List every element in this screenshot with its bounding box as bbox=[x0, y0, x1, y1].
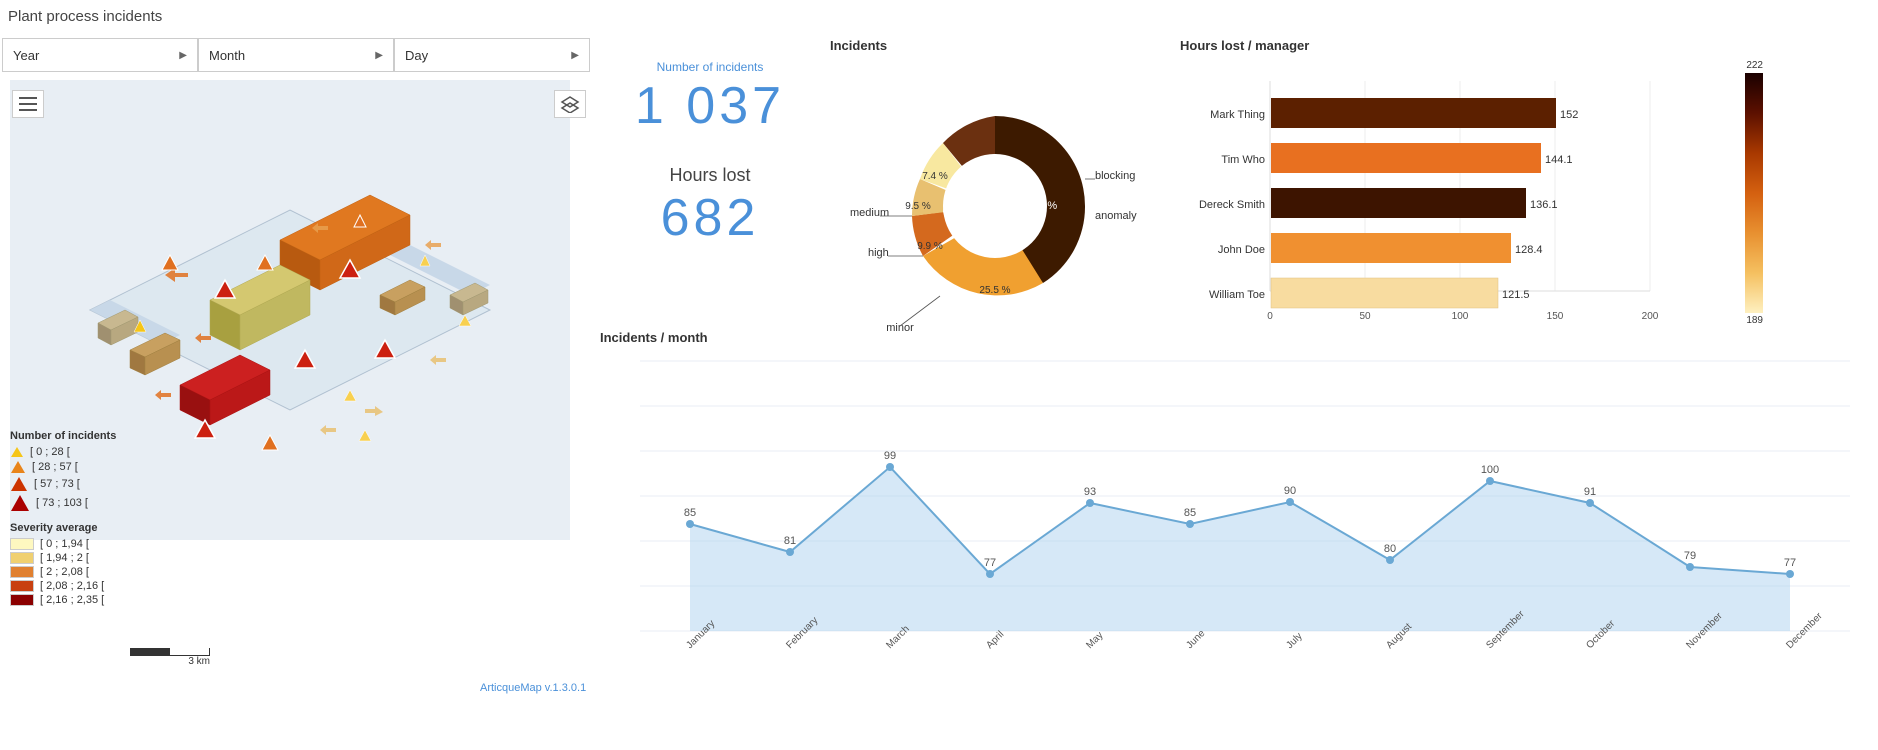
svg-text:0: 0 bbox=[1267, 311, 1273, 322]
bar-section: Hours lost / manager 152 Mark Thing 144.… bbox=[1180, 38, 1740, 334]
svg-text:April: April bbox=[984, 629, 1006, 651]
svg-text:150: 150 bbox=[1547, 311, 1564, 322]
svg-text:77: 77 bbox=[1784, 557, 1796, 569]
svg-text:100: 100 bbox=[1452, 311, 1469, 322]
svg-text:90: 90 bbox=[1284, 485, 1296, 497]
color-scale-container: 222 189 bbox=[1745, 60, 1763, 326]
svg-text:William Toe: William Toe bbox=[1209, 289, 1265, 301]
svg-text:79: 79 bbox=[1684, 550, 1696, 562]
hamburger-line1 bbox=[19, 97, 37, 99]
day-filter[interactable]: Day ▶ bbox=[394, 38, 590, 72]
svg-text:77: 77 bbox=[984, 557, 996, 569]
legend-item-2: [ 28 ; 57 [ bbox=[10, 460, 116, 474]
bar-chart: 152 Mark Thing 144.1 Tim Who 136.1 Derec… bbox=[1180, 61, 1710, 331]
svg-text:47.7 %: 47.7 % bbox=[1023, 200, 1057, 212]
year-filter-label: Year bbox=[13, 48, 39, 63]
svg-text:93: 93 bbox=[1084, 486, 1096, 498]
svg-text:85: 85 bbox=[1184, 507, 1196, 519]
svg-text:80: 80 bbox=[1384, 543, 1396, 555]
legend-severity-4: [ 2,08 ; 2,16 [ bbox=[10, 580, 116, 592]
scale-line bbox=[130, 648, 210, 656]
svg-text:100: 100 bbox=[1481, 464, 1499, 476]
month-filter[interactable]: Month ▶ bbox=[198, 38, 394, 72]
month-filter-arrow: ▶ bbox=[375, 50, 383, 61]
day-filter-label: Day bbox=[405, 48, 428, 63]
color-scale-bar bbox=[1745, 73, 1763, 313]
year-filter-arrow: ▶ bbox=[179, 50, 187, 61]
line-chart: 85 81 99 77 93 85 90 80 100 91 79 77 Jan… bbox=[600, 351, 1870, 691]
svg-text:Dereck Smith: Dereck Smith bbox=[1199, 199, 1265, 211]
month-filter-label: Month bbox=[209, 48, 245, 63]
hamburger-line2 bbox=[19, 103, 37, 105]
incidents-label: Number of incidents bbox=[610, 60, 810, 74]
scale-bar: 3 km bbox=[130, 648, 210, 667]
hours-value: 682 bbox=[610, 190, 810, 247]
svg-text:9.9 %: 9.9 % bbox=[917, 241, 943, 252]
day-filter-arrow: ▶ bbox=[571, 50, 579, 61]
donut-section: Incidents blocking anomaly minor high bbox=[830, 38, 1170, 344]
year-filter[interactable]: Year ▶ bbox=[2, 38, 198, 72]
svg-text:anomaly: anomaly bbox=[1095, 210, 1137, 222]
svg-text:144.1: 144.1 bbox=[1545, 154, 1573, 166]
attribution-link[interactable]: ArticqueMap v.1.3.0.1 bbox=[480, 682, 586, 694]
svg-text:high: high bbox=[868, 247, 889, 259]
svg-text:99: 99 bbox=[884, 450, 896, 462]
svg-text:200: 200 bbox=[1642, 311, 1659, 322]
svg-text:Mark Thing: Mark Thing bbox=[1210, 109, 1265, 121]
svg-text:7.4 %: 7.4 % bbox=[922, 171, 948, 182]
legend-incidents-title: Number of incidents bbox=[10, 430, 116, 442]
svg-text:blocking: blocking bbox=[1095, 170, 1135, 182]
svg-text:91: 91 bbox=[1584, 486, 1596, 498]
legend-item-4: [ 73 ; 103 [ bbox=[10, 494, 116, 512]
map-layers-button[interactable] bbox=[554, 90, 586, 118]
legend-item-3: [ 57 ; 73 [ bbox=[10, 476, 116, 492]
legend-severity-1: [ 0 ; 1,94 [ bbox=[10, 538, 116, 550]
line-section: Incidents / month 85 81 bbox=[600, 330, 1870, 694]
donut-chart: blocking anomaly minor high medium 47.7 … bbox=[830, 61, 1160, 341]
map-menu-button[interactable] bbox=[12, 90, 44, 118]
svg-text:128.4: 128.4 bbox=[1515, 244, 1543, 256]
svg-text:121.5: 121.5 bbox=[1502, 289, 1530, 301]
svg-text:May: May bbox=[1084, 630, 1105, 651]
svg-text:9.5 %: 9.5 % bbox=[905, 201, 931, 212]
legend-severity-title: Severity average bbox=[10, 522, 116, 534]
page-title: Plant process incidents bbox=[8, 8, 162, 25]
incidents-value: 1 037 bbox=[610, 78, 810, 135]
svg-text:John Doe: John Doe bbox=[1218, 244, 1265, 256]
svg-text:medium: medium bbox=[850, 207, 889, 219]
line-chart-title: Incidents / month bbox=[600, 330, 1870, 345]
color-scale-max: 222 bbox=[1745, 60, 1763, 71]
filter-bar: Year ▶ Month ▶ Day ▶ bbox=[2, 38, 590, 72]
legend-item-1: [ 0 ; 28 [ bbox=[10, 446, 116, 458]
legend: Number of incidents [ 0 ; 28 [ [ 28 ; 57… bbox=[10, 430, 116, 608]
svg-text:Tim Who: Tim Who bbox=[1221, 154, 1265, 166]
legend-severity-3: [ 2 ; 2,08 [ bbox=[10, 566, 116, 578]
legend-severity-5: [ 2,16 ; 2,35 [ bbox=[10, 594, 116, 606]
svg-text:85: 85 bbox=[684, 507, 696, 519]
svg-text:July: July bbox=[1284, 631, 1304, 651]
svg-text:81: 81 bbox=[784, 535, 796, 547]
hamburger-line3 bbox=[19, 109, 37, 111]
svg-text:136.1: 136.1 bbox=[1530, 199, 1558, 211]
svg-text:152: 152 bbox=[1560, 109, 1578, 121]
donut-title: Incidents bbox=[830, 38, 1170, 53]
layers-icon bbox=[560, 95, 580, 113]
kpi-section: Number of incidents 1 037 Hours lost 682 bbox=[610, 60, 810, 247]
color-scale-min: 189 bbox=[1745, 315, 1763, 326]
scale-label: 3 km bbox=[188, 656, 210, 667]
legend-severity-2: [ 1,94 ; 2 [ bbox=[10, 552, 116, 564]
svg-text:25.5 %: 25.5 % bbox=[979, 285, 1010, 296]
hours-label: Hours lost bbox=[610, 165, 810, 186]
svg-text:50: 50 bbox=[1359, 311, 1371, 322]
bar-chart-title: Hours lost / manager bbox=[1180, 38, 1740, 53]
